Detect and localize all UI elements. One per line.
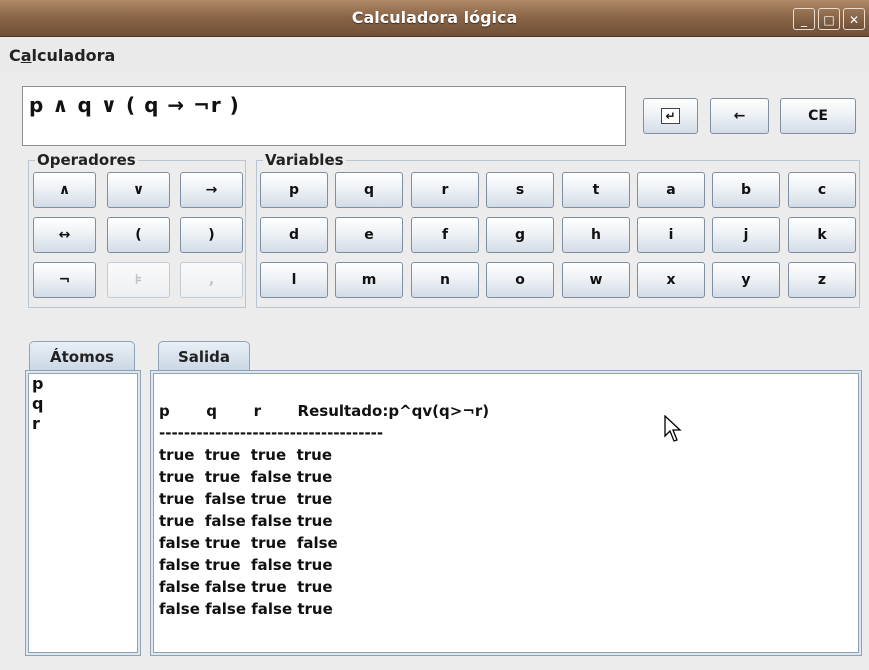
expression-text: p ∧ q ∨ ( q → ¬r ) — [29, 93, 240, 117]
output-separator-line: ------------------------------------ — [159, 424, 384, 442]
variable-button-e[interactable]: e — [335, 217, 403, 253]
atom-item: r — [32, 414, 40, 433]
variable-button-m[interactable]: m — [335, 262, 403, 298]
maximize-button[interactable]: □ — [818, 8, 840, 30]
variable-button-j[interactable]: j — [712, 217, 780, 253]
atom-item: p — [32, 374, 44, 393]
output-text: p q r Resultado:p^qv(q>¬r) --------------… — [159, 400, 489, 620]
window-title: Calculadora lógica — [351, 8, 518, 27]
enter-icon: ↵ — [661, 108, 680, 124]
output-area[interactable]: p q r Resultado:p^qv(q>¬r) --------------… — [153, 373, 859, 653]
title-bar[interactable]: Calculadora lógica _ □ ✕ — [0, 0, 869, 37]
operator-button-implies[interactable]: → — [180, 172, 243, 208]
variable-button-r[interactable]: r — [411, 172, 479, 208]
tab-atomos[interactable]: Átomos — [29, 341, 135, 371]
minimize-button[interactable]: _ — [793, 8, 815, 30]
clear-button[interactable]: CE — [780, 98, 856, 134]
output-row: true false false true — [159, 512, 333, 530]
variable-button-z[interactable]: z — [788, 262, 856, 298]
backspace-button[interactable]: ← — [710, 98, 769, 134]
atoms-panel: pqr — [25, 370, 141, 656]
variable-button-n[interactable]: n — [411, 262, 479, 298]
output-row: true false true true — [159, 490, 333, 508]
variable-button-p[interactable]: p — [260, 172, 328, 208]
output-panel: p q r Resultado:p^qv(q>¬r) --------------… — [150, 370, 862, 656]
output-row: false false true true — [159, 578, 333, 596]
variables-legend: Variables — [263, 151, 346, 169]
menu-calculadora[interactable]: Calculadora — [9, 46, 115, 65]
variable-button-q[interactable]: q — [335, 172, 403, 208]
menu-bar: Calculadora — [0, 37, 869, 71]
variable-button-i[interactable]: i — [637, 217, 705, 253]
variable-button-d[interactable]: d — [260, 217, 328, 253]
close-button[interactable]: ✕ — [843, 8, 865, 30]
tab-salida[interactable]: Salida — [158, 341, 250, 371]
variable-button-s[interactable]: s — [486, 172, 554, 208]
variable-button-t[interactable]: t — [562, 172, 630, 208]
operator-button-open-paren[interactable]: ( — [107, 217, 170, 253]
output-row: false false false true — [159, 600, 333, 618]
output-header-line: p q r Resultado:p^qv(q>¬r) — [159, 402, 490, 420]
expression-field[interactable]: p ∧ q ∨ ( q → ¬r ) — [22, 86, 626, 146]
output-row: false true false true — [159, 556, 333, 574]
variable-button-g[interactable]: g — [486, 217, 554, 253]
variable-button-y[interactable]: y — [712, 262, 780, 298]
operator-button-or[interactable]: ∨ — [107, 172, 170, 208]
output-row: true true true true — [159, 446, 333, 464]
variable-button-b[interactable]: b — [712, 172, 780, 208]
variable-button-k[interactable]: k — [788, 217, 856, 253]
atom-item: q — [32, 394, 44, 413]
operator-button-close-paren[interactable]: ) — [180, 217, 243, 253]
operator-button-comma[interactable]: , — [180, 262, 243, 298]
variable-button-c[interactable]: c — [788, 172, 856, 208]
variable-button-f[interactable]: f — [411, 217, 479, 253]
atoms-list[interactable]: pqr — [28, 373, 138, 653]
output-row: false true true false — [159, 534, 338, 552]
mouse-cursor-icon — [664, 415, 682, 442]
variable-button-h[interactable]: h — [562, 217, 630, 253]
variable-button-x[interactable]: x — [637, 262, 705, 298]
operators-legend: Operadores — [35, 151, 138, 169]
operator-button-not[interactable]: ¬ — [33, 262, 96, 298]
variable-button-a[interactable]: a — [637, 172, 705, 208]
operator-button-and[interactable]: ∧ — [33, 172, 96, 208]
variable-button-l[interactable]: l — [260, 262, 328, 298]
operator-button-iff[interactable]: ↔ — [33, 217, 96, 253]
variable-button-o[interactable]: o — [486, 262, 554, 298]
operator-button-entails[interactable]: ⊧ — [107, 262, 170, 298]
output-row: true true false true — [159, 468, 333, 486]
variable-button-w[interactable]: w — [562, 262, 630, 298]
enter-button[interactable]: ↵ — [643, 98, 698, 134]
